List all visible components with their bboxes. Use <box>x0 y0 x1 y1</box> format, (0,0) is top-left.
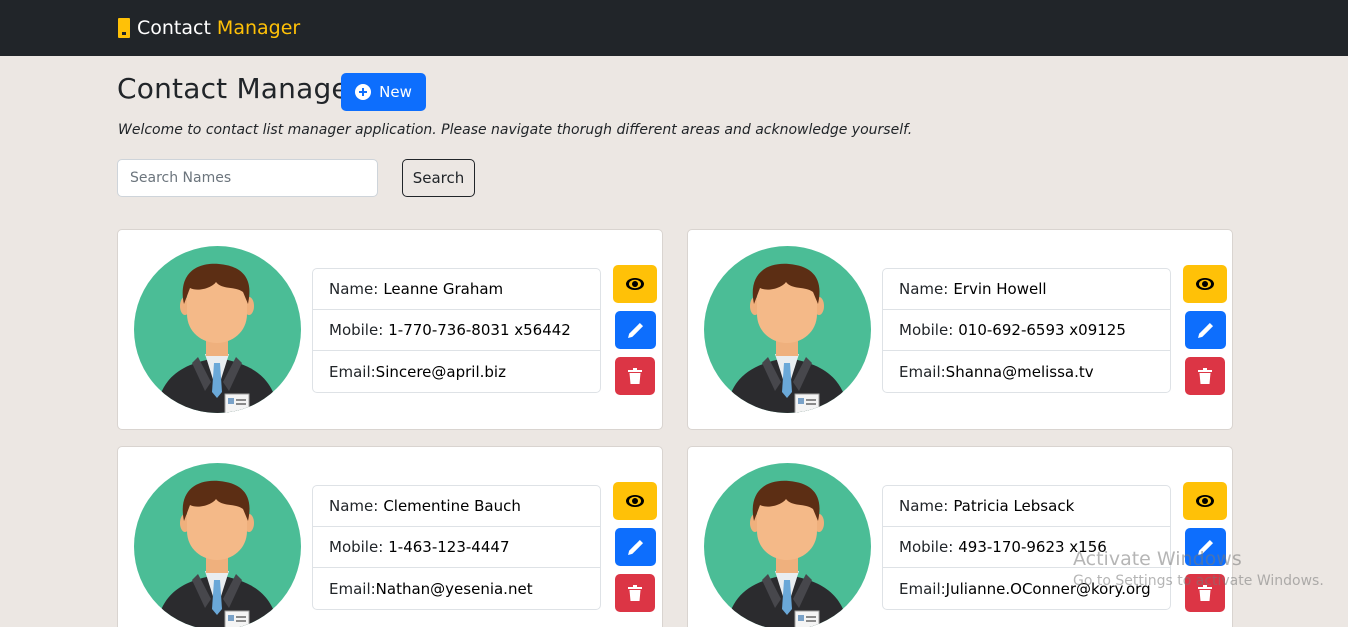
name-label: Name: <box>899 280 949 298</box>
edit-contact-button[interactable] <box>615 528 656 566</box>
contact-mobile-row: Mobile: 1-463-123-4447 <box>313 527 600 568</box>
contact-card: Name: Ervin Howell Mobile: 010-692-6593 … <box>687 229 1233 430</box>
pencil-icon <box>628 322 644 338</box>
eye-icon <box>1196 278 1214 290</box>
new-button-label: New <box>379 83 412 101</box>
mobile-label: Mobile: <box>329 538 384 556</box>
avatar <box>134 463 301 627</box>
contact-name: Ervin Howell <box>953 280 1047 298</box>
name-label: Name: <box>329 497 379 515</box>
contact-info-list: Name: Clementine Bauch Mobile: 1-463-123… <box>312 485 601 610</box>
top-navbar: Contact Manager <box>0 0 1348 56</box>
contact-email: Nathan@yesenia.net <box>375 579 533 598</box>
person-avatar-icon <box>134 463 301 627</box>
contact-mobile: 1-463-123-4447 <box>388 538 510 556</box>
eye-icon <box>626 278 644 290</box>
new-contact-button[interactable]: New <box>341 73 426 111</box>
activate-windows-title: Activate Windows <box>1073 548 1242 570</box>
page-title: Contact Manager <box>117 72 361 105</box>
person-avatar-icon <box>704 246 871 413</box>
trash-icon <box>628 585 642 601</box>
plus-circle-icon <box>355 84 372 100</box>
navbar-brand[interactable]: Contact Manager <box>118 17 300 39</box>
view-contact-button[interactable] <box>1183 482 1227 520</box>
contact-email-row: Email: Nathan@yesenia.net <box>313 568 600 609</box>
mobile-label: Mobile: <box>899 321 954 339</box>
person-avatar-icon <box>134 246 301 413</box>
contact-card-icon <box>118 18 130 38</box>
contact-info-list: Name: Ervin Howell Mobile: 010-692-6593 … <box>882 268 1171 393</box>
contact-name: Clementine Bauch <box>383 497 521 515</box>
view-contact-button[interactable] <box>613 482 657 520</box>
email-label: Email: <box>899 362 946 381</box>
contact-mobile: 1-770-736-8031 x56442 <box>388 321 571 339</box>
view-contact-button[interactable] <box>1183 265 1227 303</box>
contact-email-row: Email: Shanna@melissa.tv <box>883 351 1170 392</box>
edit-contact-button[interactable] <box>1185 311 1226 349</box>
trash-icon <box>1198 368 1212 384</box>
person-avatar-icon <box>704 463 871 627</box>
contact-name: Leanne Graham <box>383 280 504 298</box>
eye-icon <box>626 495 644 507</box>
contact-info-list: Name: Leanne Graham Mobile: 1-770-736-80… <box>312 268 601 393</box>
search-input[interactable] <box>117 159 378 197</box>
email-label: Email: <box>899 579 946 598</box>
delete-contact-button[interactable] <box>615 574 655 612</box>
email-label: Email: <box>329 362 376 381</box>
view-contact-button[interactable] <box>613 265 657 303</box>
contact-email: Shanna@melissa.tv <box>945 362 1094 381</box>
welcome-text: Welcome to contact list manager applicat… <box>118 122 913 138</box>
avatar <box>704 463 871 627</box>
contact-card: Name: Clementine Bauch Mobile: 1-463-123… <box>117 446 663 627</box>
contact-name-row: Name: Clementine Bauch <box>313 486 600 527</box>
search-button[interactable]: Search <box>402 159 475 197</box>
delete-contact-button[interactable] <box>615 357 655 395</box>
brand-text: Contact <box>137 17 211 39</box>
contact-mobile-row: Mobile: 1-770-736-8031 x56442 <box>313 310 600 351</box>
contact-name-row: Name: Patricia Lebsack <box>883 486 1170 527</box>
name-label: Name: <box>329 280 379 298</box>
pencil-icon <box>628 539 644 555</box>
activate-windows-subtitle: Go to Settings to activate Windows. <box>1073 573 1324 589</box>
mobile-label: Mobile: <box>899 538 954 556</box>
contact-name: Patricia Lebsack <box>953 497 1075 515</box>
contact-name-row: Name: Leanne Graham <box>313 269 600 310</box>
edit-contact-button[interactable] <box>615 311 656 349</box>
contact-mobile-row: Mobile: 010-692-6593 x09125 <box>883 310 1170 351</box>
pencil-icon <box>1198 322 1214 338</box>
trash-icon <box>628 368 642 384</box>
delete-contact-button[interactable] <box>1185 357 1225 395</box>
mobile-label: Mobile: <box>329 321 384 339</box>
contact-mobile: 010-692-6593 x09125 <box>958 321 1126 339</box>
contact-email: Sincere@april.biz <box>375 362 506 381</box>
contact-name-row: Name: Ervin Howell <box>883 269 1170 310</box>
contact-card: Name: Patricia Lebsack Mobile: 493-170-9… <box>687 446 1233 627</box>
brand-accent-text: Manager <box>216 17 301 39</box>
contact-card: Name: Leanne Graham Mobile: 1-770-736-80… <box>117 229 663 430</box>
eye-icon <box>1196 495 1214 507</box>
name-label: Name: <box>899 497 949 515</box>
avatar <box>704 246 871 413</box>
email-label: Email: <box>329 579 376 598</box>
contact-email-row: Email: Sincere@april.biz <box>313 351 600 392</box>
avatar <box>134 246 301 413</box>
